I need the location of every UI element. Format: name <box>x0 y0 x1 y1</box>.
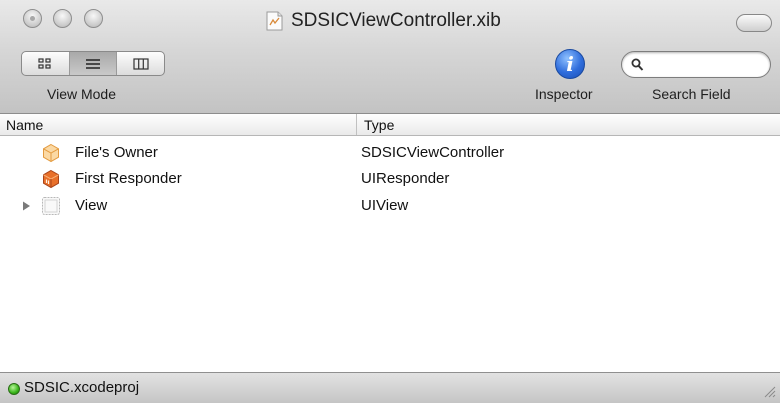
search-icon <box>631 58 644 71</box>
row-type: UIView <box>361 197 409 214</box>
files-owner-icon <box>43 143 59 163</box>
row-type: SDSICViewController <box>361 144 505 161</box>
toolbar: SDSIC​ViewController.xib <box>0 0 780 114</box>
row-name: First Responder <box>75 170 182 187</box>
disclosure-triangle-icon[interactable] <box>22 201 31 211</box>
type-column-header[interactable]: Type <box>364 117 394 133</box>
first-responder-icon <box>43 169 59 189</box>
view-mode-icons-button[interactable] <box>22 52 70 75</box>
view-icon <box>42 197 60 215</box>
toolbar-toggle-button[interactable] <box>736 14 772 32</box>
list-item[interactable]: First Responder UIResponder <box>0 166 780 192</box>
list-item[interactable]: View UIView <box>0 193 780 219</box>
status-bar: SDSIC.xcodeproj <box>0 372 780 403</box>
column-view-icon <box>133 57 149 70</box>
resize-grip-icon[interactable] <box>762 384 776 398</box>
window-title-text: SDSIC​ViewController.xib <box>291 10 501 31</box>
minimize-button[interactable] <box>53 9 72 28</box>
column-header: Name Type <box>0 114 780 136</box>
project-status-icon <box>8 383 20 395</box>
view-mode-label: View Mode <box>47 86 117 102</box>
list-view-icon <box>86 58 100 69</box>
row-type: UIResponder <box>361 170 450 187</box>
xib-document-icon <box>266 11 283 31</box>
view-mode-columns-button[interactable] <box>117 52 164 75</box>
window-title: SDSIC​ViewController.xib <box>266 8 501 34</box>
row-name: File's Owner <box>75 144 158 161</box>
search-field-label: Search Field <box>652 86 731 102</box>
search-input[interactable] <box>621 51 771 78</box>
zoom-button[interactable] <box>84 9 103 28</box>
inspector-label: Inspector <box>535 86 593 102</box>
close-button[interactable] <box>23 9 42 28</box>
inspector-icon[interactable]: i <box>555 49 585 79</box>
project-name[interactable]: SDSIC.xcodeproj <box>24 379 139 396</box>
xib-document-window: SDSIC​ViewController.xib <box>0 0 780 403</box>
column-divider[interactable] <box>356 114 357 135</box>
list-item[interactable]: File's Owner SDSICViewController <box>0 140 780 166</box>
icon-view-icon <box>38 57 51 69</box>
view-mode-control[interactable] <box>21 51 165 76</box>
name-column-header[interactable]: Name <box>6 117 43 133</box>
row-name: View <box>75 197 108 214</box>
view-mode-list-button[interactable] <box>69 52 118 75</box>
